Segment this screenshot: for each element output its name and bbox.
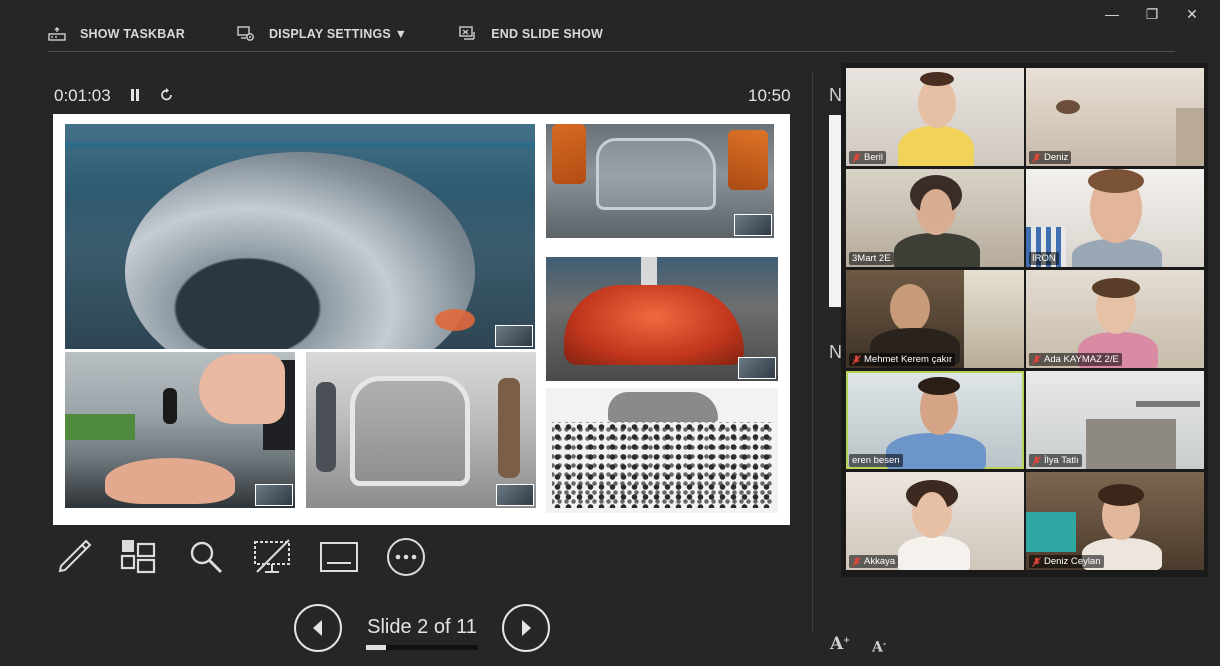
participant-name: Deniz xyxy=(1044,152,1069,163)
slide-progress-bar xyxy=(366,645,478,650)
show-taskbar-button[interactable]: SHOW TASKBAR xyxy=(48,27,185,41)
more-icon xyxy=(387,538,425,576)
decrease-font-button[interactable]: A- xyxy=(872,638,886,656)
magnifier-icon xyxy=(190,541,223,574)
participant-name: Mehmet Kerem çakır xyxy=(864,354,953,365)
participant-tile[interactable]: Mehmet Kerem çakır xyxy=(846,270,1024,368)
elapsed-timer: 0:01:03 xyxy=(54,86,111,105)
pen-icon xyxy=(58,539,92,573)
participant-tile[interactable]: IRON xyxy=(1026,169,1204,267)
pane-divider[interactable] xyxy=(812,72,813,632)
robotic-assembly-photo xyxy=(546,124,774,238)
participant-name: Deniz Ceylan xyxy=(1044,556,1101,567)
close-button[interactable]: ✕ xyxy=(1172,4,1212,24)
end-slide-show-label: END SLIDE SHOW xyxy=(491,26,604,41)
screen-off-icon xyxy=(254,539,290,573)
previous-slide-button[interactable] xyxy=(294,604,342,652)
see-all-slides-button[interactable] xyxy=(119,537,159,577)
slide-counter: Slide 2 of 11 xyxy=(367,616,477,638)
participant-name-tag: IRON xyxy=(1029,252,1059,265)
slide-progress-fill xyxy=(366,645,387,650)
participant-name-tag: Beril xyxy=(849,151,887,164)
increase-font-label: A xyxy=(830,634,844,654)
mic-off-icon xyxy=(1032,556,1041,567)
participant-name-tag: 3Mart 2E xyxy=(849,252,894,265)
participant-tile[interactable]: Deniz Ceylan xyxy=(1026,472,1204,570)
display-settings-icon xyxy=(237,25,254,41)
participant-tile[interactable]: 3Mart 2E xyxy=(846,169,1024,267)
car-key-handover-photo xyxy=(65,352,295,508)
zoom-button[interactable] xyxy=(186,537,226,577)
grid-icon xyxy=(120,540,156,574)
taskbar-icon xyxy=(48,26,66,41)
display-settings-button[interactable]: DISPLAY SETTINGS ▼ xyxy=(237,25,408,42)
end-slide-show-button[interactable]: END SLIDE SHOW xyxy=(459,25,604,42)
photo-thumbnail xyxy=(734,214,772,236)
show-taskbar-label: SHOW TASKBAR xyxy=(80,26,185,41)
mic-off-icon xyxy=(852,556,861,567)
mic-off-icon xyxy=(1032,354,1041,365)
black-screen-button[interactable] xyxy=(252,537,292,577)
assembly-line-photo xyxy=(306,352,536,508)
subtitles-icon xyxy=(320,542,358,572)
participant-name: 3Mart 2E xyxy=(852,253,891,264)
participant-name-tag: Ada KAYMAZ 2/E xyxy=(1029,353,1122,366)
photo-thumbnail xyxy=(496,484,534,506)
pause-icon xyxy=(131,89,139,101)
participant-name-tag: Deniz xyxy=(1029,151,1072,164)
red-car-painting-photo xyxy=(546,257,778,381)
participant-name-tag: İlya Tatlı xyxy=(1029,454,1082,467)
pen-tool-button[interactable] xyxy=(54,537,94,577)
car-parts-photo xyxy=(546,388,778,513)
participant-name: eren besen xyxy=(852,455,900,466)
participant-tile[interactable]: Ada KAYMAZ 2/E xyxy=(1026,270,1204,368)
photo-thumbnail xyxy=(495,325,533,347)
participant-name-tag: Deniz Ceylan xyxy=(1029,555,1104,568)
participant-name: İlya Tatlı xyxy=(1044,455,1079,466)
participant-tile[interactable]: Akkaya xyxy=(846,472,1024,570)
active-speaker-tile[interactable]: eren besen xyxy=(846,371,1024,469)
end-show-icon xyxy=(459,25,475,40)
pause-timer-button[interactable] xyxy=(125,84,145,106)
participant-name-tag: eren besen xyxy=(849,454,903,467)
steel-coil-photo xyxy=(65,124,535,349)
participant-tile[interactable]: İlya Tatlı xyxy=(1026,371,1204,469)
mic-off-icon xyxy=(852,354,861,365)
more-options-button[interactable] xyxy=(386,537,426,577)
subtitles-button[interactable] xyxy=(319,537,359,577)
current-time: 10:50 xyxy=(748,86,791,105)
increase-font-button[interactable]: A+ xyxy=(830,634,850,654)
next-slide-preview[interactable] xyxy=(829,115,841,307)
participant-name: Beril xyxy=(864,152,884,163)
mic-off-icon xyxy=(1032,152,1041,163)
photo-thumbnail xyxy=(738,357,776,379)
chevron-right-icon xyxy=(522,620,531,636)
participant-name-tag: Mehmet Kerem çakır xyxy=(849,353,956,366)
mic-off-icon xyxy=(1032,455,1041,466)
current-slide[interactable] xyxy=(53,114,790,525)
participant-tile[interactable]: Beril xyxy=(846,68,1024,166)
next-slide-button[interactable] xyxy=(502,604,550,652)
participant-name-tag: Akkaya xyxy=(849,555,899,568)
participant-name: Akkaya xyxy=(864,556,896,567)
participant-name: Ada KAYMAZ 2/E xyxy=(1044,354,1119,365)
photo-thumbnail xyxy=(255,484,293,506)
presenter-toolbar: SHOW TASKBAR DISPLAY SETTINGS ▼ END SLID… xyxy=(48,16,1175,52)
display-settings-label: DISPLAY SETTINGS ▼ xyxy=(268,26,408,41)
video-gallery: Beril Deniz 3Mart 2E IRON Mehmet Kerem ç… xyxy=(841,63,1208,577)
restart-icon xyxy=(161,88,172,101)
participant-name: IRON xyxy=(1032,253,1056,264)
participant-tile[interactable]: Deniz xyxy=(1026,68,1204,166)
mic-off-icon xyxy=(852,152,861,163)
restart-timer-button[interactable] xyxy=(157,84,177,106)
decrease-font-label: A xyxy=(872,639,883,656)
chevron-left-icon xyxy=(313,620,322,636)
